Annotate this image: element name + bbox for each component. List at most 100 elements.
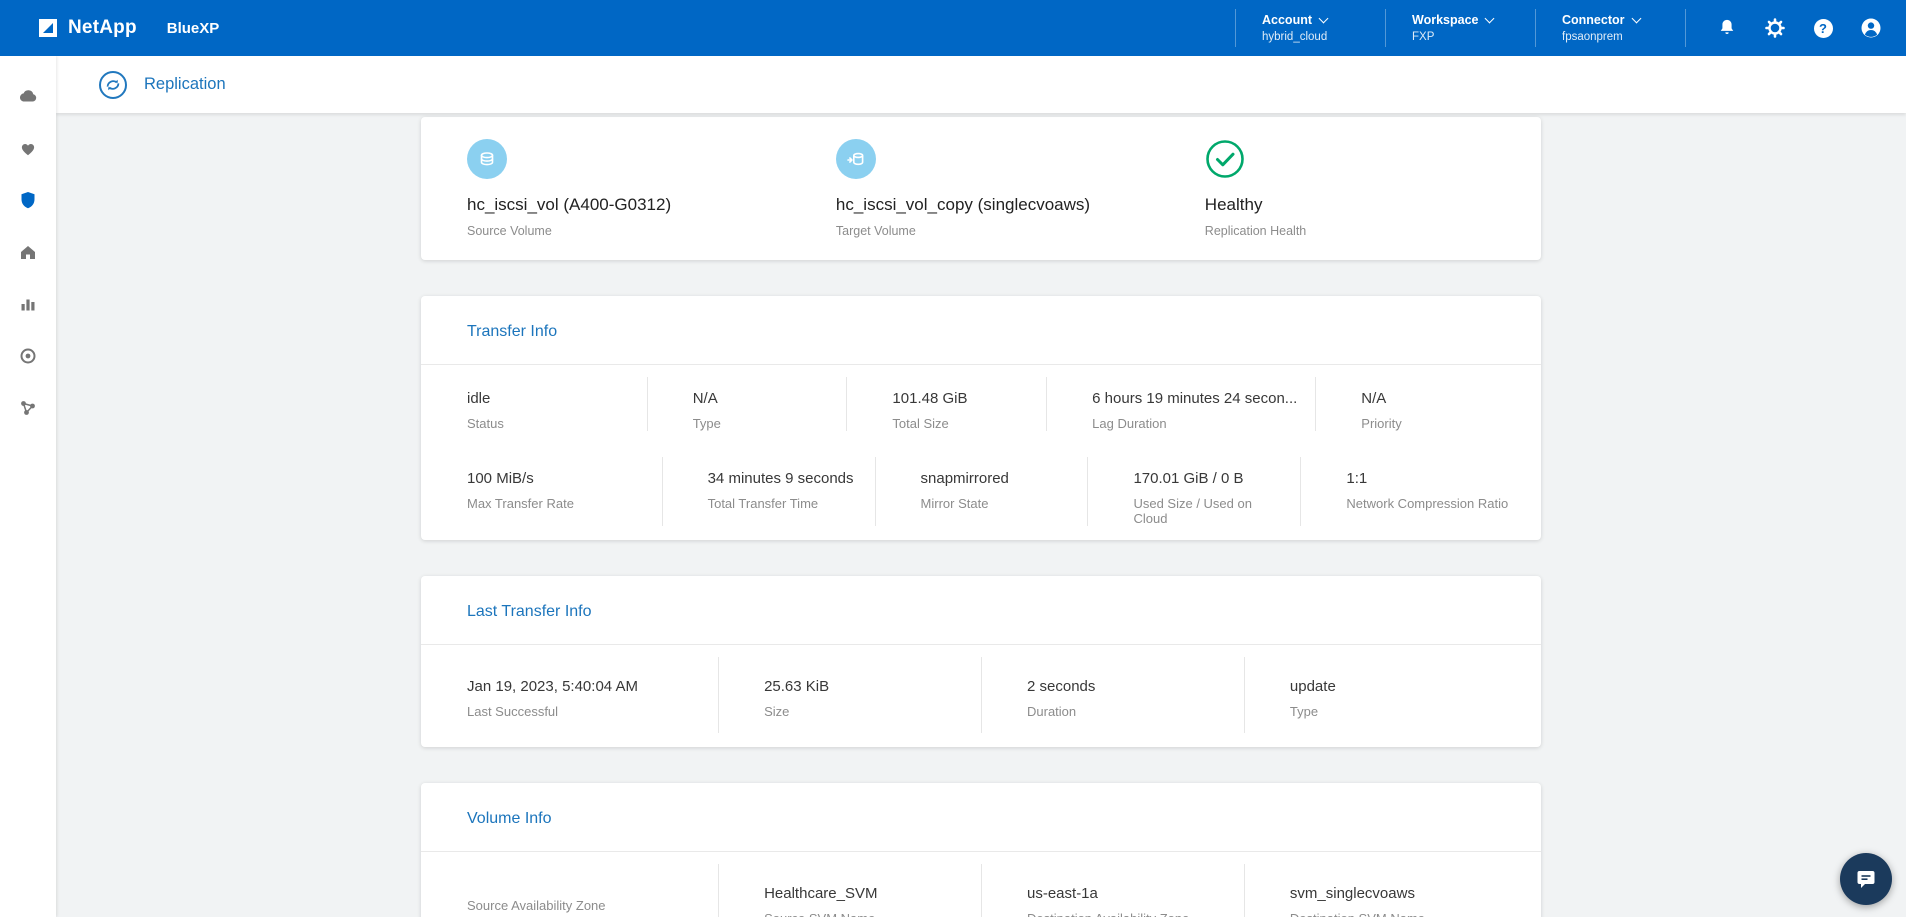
- metric-total-size: 101.48 GiB Total Size: [846, 365, 1046, 445]
- chevron-down-icon: [1631, 13, 1641, 24]
- health-status: Healthy: [1204, 195, 1263, 214]
- bar-chart-icon: [21, 299, 35, 311]
- metric-label: Status: [467, 416, 504, 431]
- shield-icon: [21, 192, 35, 209]
- notifications-bell-icon[interactable]: [1714, 15, 1740, 41]
- metric-mirror-state: snapmirrored Mirror State: [874, 445, 1088, 540]
- replication-icon: [99, 70, 127, 99]
- source-volume-label: Source Volume: [467, 224, 552, 238]
- metric-label: Source Availability Zone: [467, 898, 606, 913]
- metric-label: Network Compression Ratio: [1346, 496, 1509, 511]
- brand-name: NetApp: [68, 17, 137, 38]
- connector-menu-value: fpsaonprem: [1562, 31, 1623, 43]
- transfer-info-card: Transfer Info idle Status N/A Type 101.4…: [421, 296, 1541, 540]
- target-volume-name: hc_iscsi_vol_copy (singlecvoaws): [835, 195, 1091, 214]
- healthy-check-icon: [1205, 140, 1244, 178]
- metric-value: 6 hours 19 minutes 24 secon...: [1092, 390, 1298, 407]
- metric-label: Max Transfer Rate: [467, 496, 574, 511]
- settings-gear-icon[interactable]: [1762, 15, 1788, 41]
- workspace-menu[interactable]: Workspace FXP: [1385, 9, 1535, 47]
- metric-label: Priority: [1361, 416, 1402, 431]
- metric-source-svm-name: Healthcare_SVM Source SVM Name: [718, 852, 981, 917]
- metric-type: N/A Type: [646, 365, 847, 445]
- health-block: Healthy Replication Health: [1205, 139, 1521, 238]
- replication-summary-card: hc_iscsi_vol (A400-G0312) Source Volume: [421, 117, 1541, 260]
- metric-value: N/A: [1361, 390, 1387, 407]
- transfer-info-row-1: idle Status N/A Type 101.48 GiB Total Si…: [421, 365, 1541, 445]
- metric-value: idle: [467, 390, 491, 407]
- topbar-icon-group: ?: [1685, 9, 1884, 47]
- sidebar-item-analytics[interactable]: [8, 284, 48, 324]
- metric-label: Type: [1289, 704, 1319, 719]
- target-volume-label: Target Volume: [835, 224, 916, 238]
- metric-last-successful: Jan 19, 2023, 5:40:04 AM Last Successful: [421, 645, 718, 747]
- target-icon: [20, 348, 36, 364]
- nodes-icon: [21, 401, 35, 415]
- source-volume-icon: [467, 139, 507, 179]
- metric-lag-duration: 6 hours 19 minutes 24 secon... Lag Durat…: [1046, 365, 1315, 445]
- netapp-logo-icon: [39, 19, 57, 37]
- metric-used-size: 170.01 GiB / 0 B Used Size / Used on Clo…: [1087, 445, 1300, 540]
- metric-value: N/A: [692, 390, 718, 407]
- metric-priority: N/A Priority: [1315, 365, 1541, 445]
- metric-label: Duration: [1027, 704, 1077, 719]
- sidebar-item-storage[interactable]: [8, 76, 48, 116]
- sidebar-item-extensions[interactable]: [8, 388, 48, 428]
- last-transfer-row: Jan 19, 2023, 5:40:04 AM Last Successful…: [421, 645, 1541, 747]
- chevron-down-icon: [1318, 13, 1329, 24]
- sidebar-item-governance[interactable]: [8, 336, 48, 376]
- metric-value: 34 minutes 9 seconds: [707, 470, 854, 487]
- metric-value: 101.48 GiB: [892, 390, 968, 407]
- left-nav: [0, 56, 56, 917]
- transfer-info-row-2: 100 MiB/s Max Transfer Rate 34 minutes 9…: [421, 445, 1541, 540]
- source-volume-block: hc_iscsi_vol (A400-G0312) Source Volume: [467, 139, 836, 238]
- chevron-down-icon: [1485, 13, 1495, 24]
- last-transfer-info-title: Last Transfer Info: [467, 603, 592, 620]
- metric-label: Total Transfer Time: [707, 496, 819, 511]
- chat-button[interactable]: [1840, 853, 1892, 905]
- metric-label: Type: [692, 416, 721, 431]
- sidebar-item-mobility[interactable]: [8, 232, 48, 272]
- volume-info-title: Volume Info: [467, 810, 552, 827]
- workspace-menu-label: Workspace: [1412, 13, 1479, 27]
- metric-label: Total Size: [892, 416, 949, 431]
- account-menu-value: hybrid_cloud: [1262, 31, 1328, 43]
- metric-label: Source SVM Name: [764, 911, 963, 917]
- metric-label: Destination Availability Zone: [1027, 911, 1226, 917]
- metric-destination-availability-zone: us-east-1a Destination Availability Zone: [981, 852, 1244, 917]
- sidebar-item-protection[interactable]: [8, 180, 48, 220]
- workspace-menu-value: FXP: [1412, 31, 1435, 43]
- cloud-icon: [19, 90, 37, 102]
- metric-total-transfer-time: 34 minutes 9 seconds Total Transfer Time: [661, 445, 875, 540]
- account-menu[interactable]: Account hybrid_cloud: [1235, 9, 1385, 47]
- metric-duration: 2 seconds Duration: [981, 645, 1244, 747]
- page-header: Replication: [56, 56, 1906, 113]
- product-name: BlueXP: [166, 19, 220, 37]
- metric-last-type: update Type: [1243, 645, 1541, 747]
- user-account-icon[interactable]: [1858, 15, 1884, 41]
- top-bar: NetApp BlueXP Account hybrid_cloud Works…: [0, 0, 1906, 56]
- help-icon[interactable]: ?: [1810, 15, 1836, 41]
- account-menu-label: Account: [1262, 13, 1312, 27]
- metric-label: Size: [764, 704, 790, 719]
- page-title: Replication: [144, 75, 226, 93]
- volume-info-card: Volume Info Source Availability Zone Hea…: [421, 783, 1541, 917]
- sidebar-item-health[interactable]: [8, 128, 48, 168]
- metric-value: 25.63 KiB: [764, 678, 830, 695]
- content-area: hc_iscsi_vol (A400-G0312) Source Volume: [56, 113, 1906, 917]
- metric-value: 2 seconds: [1027, 678, 1096, 695]
- metric-value: svm_singlecvoaws: [1289, 885, 1415, 902]
- connector-menu[interactable]: Connector fpsaonprem: [1535, 9, 1685, 47]
- health-label: Replication Health: [1204, 224, 1307, 238]
- metric-value: 1:1: [1346, 470, 1368, 487]
- metric-label: Mirror State: [920, 496, 989, 511]
- metric-value: 170.01 GiB / 0 B: [1133, 470, 1244, 487]
- transfer-info-title: Transfer Info: [467, 323, 558, 340]
- metric-compression-ratio: 1:1 Network Compression Ratio: [1300, 445, 1541, 540]
- target-volume-icon: [835, 139, 876, 179]
- target-volume-block: hc_iscsi_vol_copy (singlecvoaws) Target …: [835, 139, 1205, 238]
- metric-value: update: [1289, 678, 1336, 695]
- metric-max-transfer-rate: 100 MiB/s Max Transfer Rate: [421, 445, 662, 540]
- volume-info-row: Source Availability Zone Healthcare_SVM …: [421, 852, 1541, 917]
- chat-bubble-icon: [1857, 871, 1875, 888]
